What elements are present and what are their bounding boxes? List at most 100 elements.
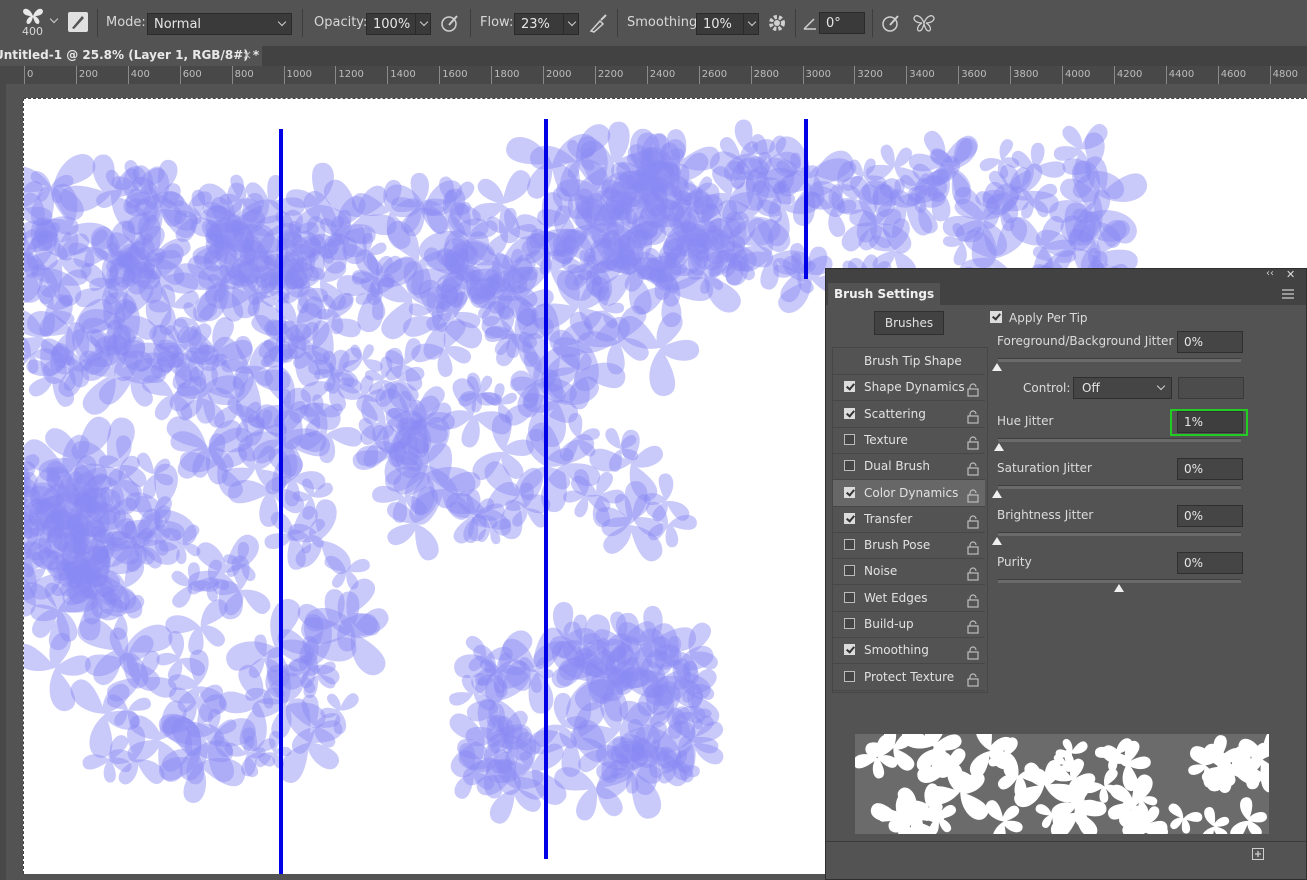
mode-label: Mode: — [106, 15, 146, 30]
fg-bg-jitter-slider[interactable] — [998, 358, 1241, 362]
brush-option-item[interactable]: Transfer — [833, 506, 985, 533]
brush-preset-dropdown-arrow[interactable] — [46, 11, 60, 25]
angle-field[interactable]: 0° — [819, 12, 865, 34]
document-tab[interactable]: Untitled-1 @ 25.8% (Layer 1, RGB/8#) * × — [0, 46, 262, 66]
ruler-tick-label: 800 — [234, 69, 254, 80]
purity-slider-thumb[interactable] — [1114, 584, 1124, 592]
panel-menu-icon[interactable] — [1282, 288, 1294, 299]
symmetry-butterfly-icon[interactable] — [912, 12, 936, 34]
brush-option-item[interactable]: Brush Tip Shape — [833, 348, 985, 375]
purity-slider[interactable] — [998, 579, 1241, 583]
lock-icon[interactable] — [967, 512, 979, 529]
smoothing-field[interactable]: 10% — [696, 13, 744, 35]
brush-option-item[interactable]: Smoothing — [833, 637, 985, 665]
brush-option-checkbox[interactable] — [844, 407, 855, 419]
panel-footer-divider — [826, 841, 1306, 842]
lock-icon[interactable] — [967, 380, 979, 397]
brightness-jitter-slider[interactable] — [998, 532, 1241, 536]
horizontal-ruler[interactable]: 0 200 400 600 800 1000 1200 1400 1600 1800 2000 220… — [0, 66, 1307, 85]
brush-option-checkbox[interactable] — [844, 486, 855, 498]
ruler-tick-label: 3400 — [909, 69, 935, 80]
brush-option-checkbox[interactable] — [844, 433, 855, 445]
opacity-dropdown-arrow[interactable] — [415, 13, 431, 35]
lock-icon[interactable] — [967, 407, 979, 424]
brush-option-item[interactable]: Wet Edges — [833, 585, 985, 612]
brush-option-checkbox[interactable] — [844, 565, 855, 577]
brush-settings-toggle-icon[interactable] — [68, 12, 88, 32]
ruler-tick-label: 1000 — [286, 69, 312, 80]
flow-dropdown-arrow[interactable] — [563, 13, 579, 35]
brush-option-checkbox[interactable] — [844, 381, 855, 393]
brush-settings-panel: ‹‹ ✕ Brush Settings Brushes Brush Tip Sh… — [825, 268, 1307, 880]
brightness-jitter-field[interactable]: 0% — [1177, 505, 1243, 527]
brush-option-checkbox[interactable] — [844, 618, 855, 629]
ruler-tick-mark — [1113, 66, 1115, 84]
ruler-tick-mark — [802, 66, 804, 84]
ruler-tick-mark — [439, 66, 441, 84]
saturation-jitter-slider-thumb[interactable] — [992, 490, 1002, 498]
brush-option-checkbox[interactable] — [844, 460, 855, 472]
lock-icon[interactable] — [967, 643, 979, 660]
fg-bg-jitter-label: Foreground/Background Jitter — [997, 334, 1174, 348]
brush-option-checkbox[interactable] — [844, 670, 855, 682]
brush-option-checkbox[interactable] — [844, 591, 855, 603]
fg-bg-jitter-field[interactable]: 0% — [1177, 331, 1243, 353]
lock-icon[interactable] — [967, 591, 979, 608]
brightness-jitter-label: Brightness Jitter — [997, 508, 1094, 522]
control-select[interactable]: Off — [1073, 377, 1172, 399]
brushes-button[interactable]: Brushes — [874, 311, 944, 335]
ruler-tick-label: 3800 — [1013, 69, 1039, 80]
lock-icon[interactable] — [967, 564, 979, 581]
lock-icon[interactable] — [967, 538, 979, 555]
ruler-tick-mark — [387, 66, 389, 84]
smoothing-dropdown-arrow[interactable] — [743, 13, 759, 35]
brush-option-item[interactable]: Shape Dynamics — [833, 374, 985, 402]
ruler-tick-label: 0 — [27, 69, 34, 80]
airbrush-icon[interactable] — [588, 13, 610, 33]
hue-jitter-slider-thumb[interactable] — [994, 443, 1004, 451]
close-panel-icon[interactable]: ✕ — [1286, 268, 1295, 281]
flow-field[interactable]: 23% — [514, 13, 564, 35]
tab-brush-settings[interactable]: Brush Settings — [828, 283, 941, 305]
brush-option-item[interactable]: Noise — [833, 558, 985, 586]
brush-option-item[interactable]: Color Dynamics — [833, 479, 985, 507]
lock-icon[interactable] — [967, 670, 979, 687]
brush-option-checkbox[interactable] — [844, 644, 855, 656]
lock-icon[interactable] — [967, 617, 979, 634]
hue-jitter-field[interactable]: 1% — [1177, 411, 1243, 433]
mode-select[interactable]: Normal — [147, 13, 292, 35]
lock-icon[interactable] — [967, 486, 979, 503]
lock-icon[interactable] — [967, 433, 979, 450]
collapse-panel-icon[interactable]: ‹‹ — [1266, 268, 1274, 279]
brush-option-item[interactable]: Build-up — [833, 611, 985, 638]
hue-jitter-slider[interactable] — [998, 438, 1241, 442]
pressure-size-icon[interactable] — [880, 13, 902, 33]
brush-option-item[interactable]: Texture — [833, 427, 985, 454]
purity-field[interactable]: 0% — [1177, 552, 1243, 574]
lock-icon[interactable] — [967, 459, 979, 476]
ruler-tick-mark — [1062, 66, 1063, 84]
opacity-field[interactable]: 100% — [366, 13, 416, 35]
saturation-jitter-field[interactable]: 0% — [1177, 458, 1243, 480]
close-icon[interactable]: × — [242, 46, 252, 65]
brush-option-item[interactable]: Scattering — [833, 401, 985, 428]
saturation-jitter-slider[interactable] — [998, 485, 1241, 489]
pressure-opacity-icon[interactable] — [440, 13, 460, 33]
control-select-value: Off — [1082, 381, 1100, 395]
apply-per-tip-checkbox[interactable] — [990, 311, 1002, 323]
ruler-tick-label: 1600 — [442, 69, 468, 80]
brush-option-item[interactable]: Protect Texture — [833, 664, 985, 691]
ruler-tick-mark — [1269, 66, 1271, 84]
brush-option-checkbox[interactable] — [844, 539, 855, 551]
gear-icon[interactable] — [767, 13, 787, 33]
chevron-down-icon — [1156, 381, 1166, 391]
brush-option-checkbox[interactable] — [844, 512, 855, 524]
fg-bg-jitter-slider-thumb[interactable] — [992, 363, 1002, 371]
brush-option-item[interactable]: Dual Brush — [833, 453, 985, 481]
create-new-brush-icon[interactable] — [1252, 848, 1264, 860]
ruler-tick-label: 200 — [78, 69, 98, 80]
brightness-jitter-slider-thumb[interactable] — [992, 537, 1002, 545]
hue-jitter-value: 1% — [1184, 415, 1204, 429]
butterfly-brush-icon[interactable] — [22, 6, 44, 26]
brush-option-item[interactable]: Brush Pose — [833, 532, 985, 560]
